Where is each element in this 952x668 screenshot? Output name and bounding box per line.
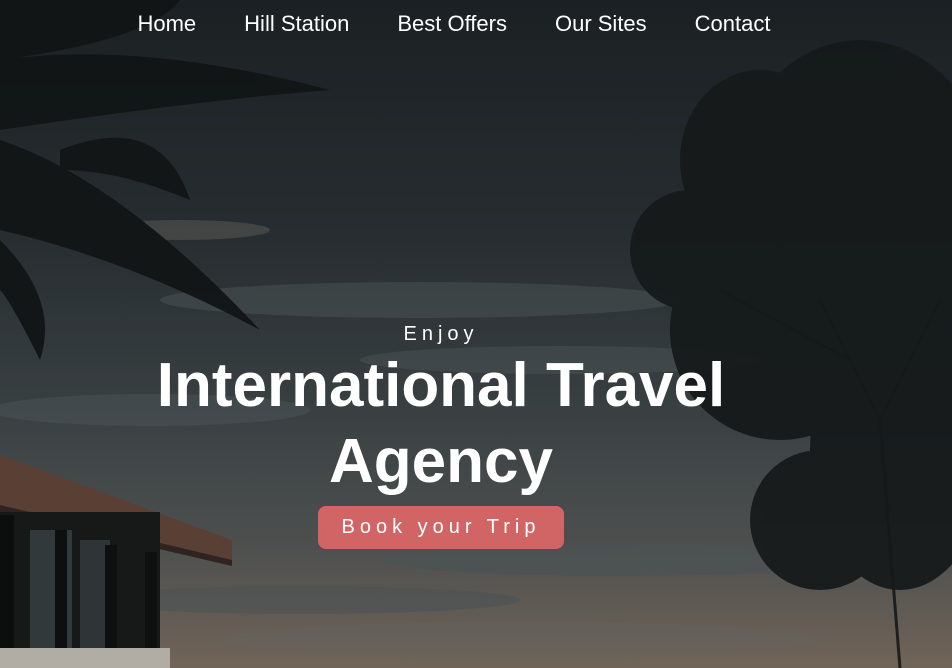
- hero-title: International Travel Agency: [156, 351, 726, 496]
- nav-link-contact[interactable]: Contact: [671, 8, 795, 40]
- book-trip-button[interactable]: Book your Trip: [317, 506, 565, 549]
- hero-content: Enjoy International Travel Agency Book y…: [0, 320, 882, 549]
- nav-link-our-sites[interactable]: Our Sites: [531, 8, 671, 40]
- nav-link-hill-station[interactable]: Hill Station: [220, 8, 373, 40]
- nav-link-best-offers[interactable]: Best Offers: [373, 8, 531, 40]
- hero-eyebrow: Enjoy: [403, 323, 479, 345]
- main-navigation: Home Hill Station Best Offers Our Sites …: [0, 8, 908, 40]
- hero-section: Home Hill Station Best Offers Our Sites …: [0, 0, 952, 668]
- nav-link-home[interactable]: Home: [113, 8, 220, 40]
